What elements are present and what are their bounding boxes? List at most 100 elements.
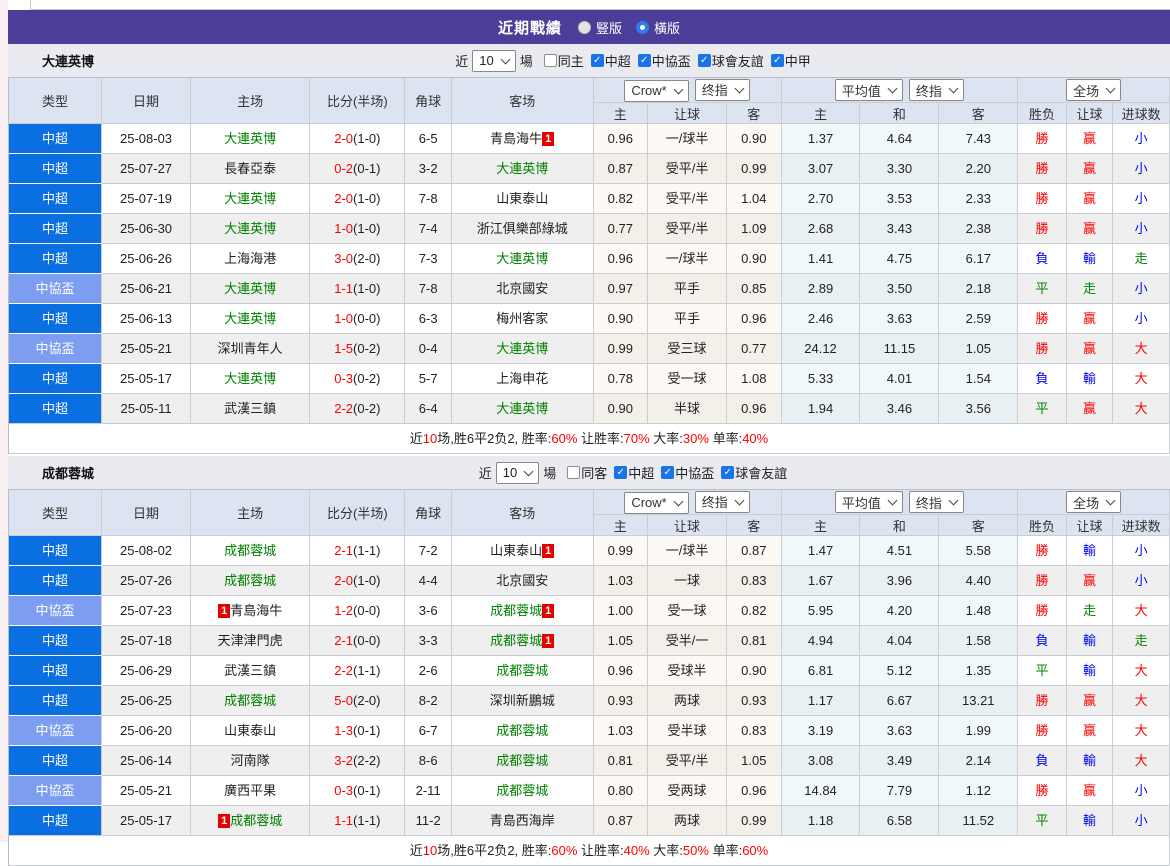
odds-away-cell: 1.08 xyxy=(726,364,782,394)
league-checkbox-1[interactable]: ✓ xyxy=(661,466,675,479)
league-checkbox-2[interactable]: ✓ xyxy=(721,466,735,479)
team-name: 成都蓉城 xyxy=(496,663,549,678)
unit-label: 場 xyxy=(543,466,557,481)
result-handicap-cell: 輸 xyxy=(1066,806,1114,836)
team-name: 大連英博 xyxy=(224,311,277,326)
avg-draw-cell: 4.51 xyxy=(860,536,940,566)
same-venue-checkbox[interactable] xyxy=(543,54,557,67)
avg-home-cell: 1.94 xyxy=(781,394,861,424)
away-team-cell: 深圳新鵬城 xyxy=(451,686,594,716)
average-group-header: 平均值 终指 xyxy=(781,78,1019,103)
summary-cell: 近10场,胜6平2负2, 胜率:60% 让胜率:40% 大率:50% 单率:60… xyxy=(9,836,1170,866)
match-count-select[interactable]: 10 xyxy=(472,49,516,72)
home-team-cell: 大連英博 xyxy=(191,184,311,214)
league-checkbox-0[interactable]: ✓ xyxy=(590,54,604,67)
odds-home-cell: 0.87 xyxy=(593,806,649,836)
team-name: 大連英博 xyxy=(224,371,277,386)
summary-segment-8: 单率: xyxy=(708,843,743,858)
sub-column-header-1: 让球 xyxy=(648,515,727,536)
full-time-score: 0-2 xyxy=(334,161,354,176)
league-label-1: 中協盃 xyxy=(651,54,691,69)
type-cell: 中超 xyxy=(9,536,103,566)
result-outcome-cell: 勝 xyxy=(1018,716,1067,746)
half-time-score: (1-0) xyxy=(353,281,381,296)
result-goals-cell: 小 xyxy=(1113,806,1170,836)
league-checkbox-0[interactable]: ✓ xyxy=(614,466,628,479)
match-count-select[interactable]: 10 xyxy=(495,461,540,484)
odds-away-cell: 0.99 xyxy=(726,154,782,184)
bookmaker-select[interactable]: Crow* xyxy=(624,491,689,514)
handicap-cell: 受平/半 xyxy=(648,214,727,244)
result-outcome-cell: 勝 xyxy=(1018,536,1067,566)
team-name: 成都蓉城 xyxy=(496,783,549,798)
avg-draw-cell: 4.75 xyxy=(860,244,940,274)
corner-cell: 6-7 xyxy=(405,716,452,746)
column-header-3: 比分(半场) xyxy=(310,490,406,536)
odds-away-cell: 0.83 xyxy=(726,566,782,596)
filter-group: 近 10 場同客 ✓ 中超 ✓ 中協盃 ✓ 球會友誼 xyxy=(475,461,787,484)
layout-radio-group: 豎版 橫版 xyxy=(577,18,680,37)
average-select[interactable]: 平均值 xyxy=(834,79,903,101)
date-cell: 25-06-20 xyxy=(102,716,192,746)
half-time-score: (1-0) xyxy=(353,221,381,236)
table-row: 中超 25-06-30 大連英博 1-0(1-0) 7-4 浙江俱樂部綠城 0.77 受平/半… xyxy=(9,214,1170,244)
league-checkbox-2[interactable]: ✓ xyxy=(697,54,711,67)
team-name: 深圳新鵬城 xyxy=(489,693,555,708)
filter-group: 近 10 場同主 ✓ 中超 ✓ 中協盃 ✓ 球會友誼 ✓ 中甲 xyxy=(451,49,811,72)
type-cell: 中協盃 xyxy=(9,274,103,304)
home-team-cell: 武漢三鎮 xyxy=(191,394,311,424)
result-handicap-cell: 赢 xyxy=(1066,776,1114,806)
average-type-select[interactable]: 终指 xyxy=(908,79,964,101)
scope-select[interactable]: 全场 xyxy=(1066,491,1122,513)
avg-away-cell: 1.58 xyxy=(939,626,1019,656)
avg-away-cell: 1.12 xyxy=(939,776,1019,806)
odds-away-cell: 0.77 xyxy=(726,334,782,364)
league-label-0: 中超 xyxy=(628,466,655,481)
chevron-down-icon xyxy=(673,496,684,506)
chevron-down-icon xyxy=(948,495,959,506)
team-name: 上海申花 xyxy=(496,371,549,386)
corner-cell: 2-11 xyxy=(405,776,452,806)
handicap-cell: 受一球 xyxy=(648,596,727,626)
team-name: 成都蓉城 xyxy=(224,573,277,588)
bookmaker-select[interactable]: Crow* xyxy=(624,79,689,102)
half-time-score: (1-0) xyxy=(353,191,381,206)
column-header-0: 类型 xyxy=(9,78,103,124)
column-header-3: 比分(半场) xyxy=(310,78,406,124)
team-name: 大連英博 xyxy=(496,161,549,176)
bookmaker-type-select[interactable]: 终指 xyxy=(694,490,750,513)
type-cell: 中超 xyxy=(9,214,103,244)
result-goals-cell: 大 xyxy=(1113,746,1170,776)
odds-home-cell: 0.77 xyxy=(593,214,649,244)
date-cell: 25-08-03 xyxy=(102,124,192,154)
average-select[interactable]: 平均值 xyxy=(834,491,903,513)
summary-row: 近10场,胜6平2负2, 胜率:60% 让胜率:70% 大率:30% 单率:40… xyxy=(9,424,1170,454)
corner-cell: 7-4 xyxy=(405,214,452,244)
scope-select[interactable]: 全场 xyxy=(1066,79,1122,101)
layout-radio-0[interactable] xyxy=(577,20,591,34)
average-type-select-value: 终指 xyxy=(915,495,942,511)
result-handicap-cell: 輸 xyxy=(1066,626,1114,656)
scope-group-header: 全场 xyxy=(1018,78,1170,103)
avg-away-cell: 1.99 xyxy=(939,716,1019,746)
bookmaker-type-select[interactable]: 终指 xyxy=(694,78,750,101)
type-cell: 中超 xyxy=(9,806,103,836)
full-time-score: 1-2 xyxy=(334,603,354,618)
league-checkbox-3[interactable]: ✓ xyxy=(770,54,784,67)
half-time-score: (0-2) xyxy=(353,401,381,416)
league-checkbox-1[interactable]: ✓ xyxy=(637,54,651,67)
full-time-score: 3-0 xyxy=(334,251,354,266)
odds-away-cell: 1.05 xyxy=(726,746,782,776)
score-cell: 1-0(1-0) xyxy=(310,214,406,244)
same-venue-checkbox[interactable] xyxy=(567,466,581,479)
red-card-badge: 1 xyxy=(542,132,555,146)
away-team-cell: 大連英博 xyxy=(451,394,594,424)
corner-cell: 4-4 xyxy=(405,566,452,596)
avg-away-cell: 2.33 xyxy=(939,184,1019,214)
layout-radio-1[interactable] xyxy=(636,20,649,34)
layout-option-1: 橫版 xyxy=(636,18,680,37)
average-type-select[interactable]: 终指 xyxy=(908,491,964,513)
odds-away-cell: 0.99 xyxy=(726,806,782,836)
chevron-down-icon xyxy=(523,466,534,476)
summary-segment-7: 50% xyxy=(682,843,709,858)
